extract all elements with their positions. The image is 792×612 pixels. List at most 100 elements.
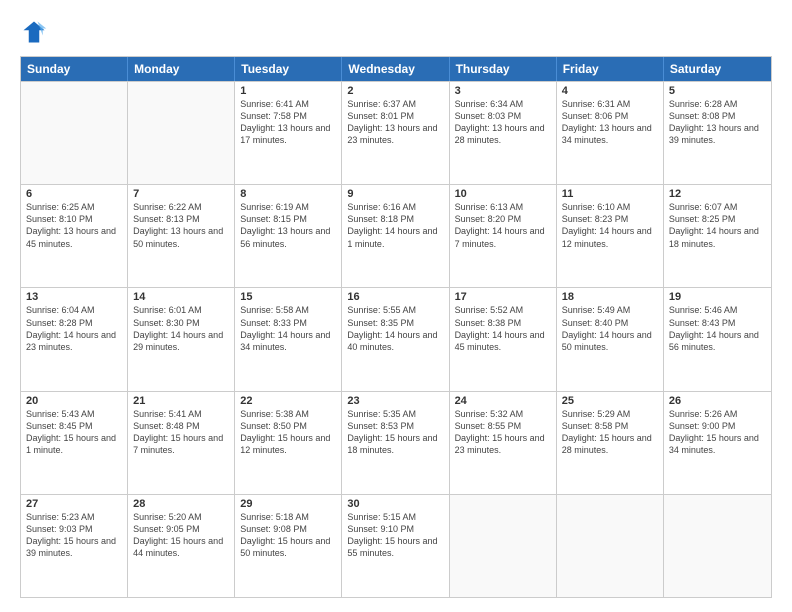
cal-cell-5-2: 28Sunrise: 5:20 AM Sunset: 9:05 PM Dayli… [128,495,235,597]
day-number: 25 [562,395,658,407]
cal-header-friday: Friday [557,57,664,81]
day-number: 14 [133,291,229,303]
day-info: Sunrise: 6:07 AM Sunset: 8:25 PM Dayligh… [669,201,766,250]
cal-cell-4-7: 26Sunrise: 5:26 AM Sunset: 9:00 PM Dayli… [664,392,771,494]
logo-icon [20,18,48,46]
day-info: Sunrise: 5:58 AM Sunset: 8:33 PM Dayligh… [240,304,336,353]
day-number: 27 [26,498,122,510]
cal-cell-2-1: 6Sunrise: 6:25 AM Sunset: 8:10 PM Daylig… [21,185,128,287]
cal-cell-2-2: 7Sunrise: 6:22 AM Sunset: 8:13 PM Daylig… [128,185,235,287]
day-number: 28 [133,498,229,510]
day-number: 5 [669,85,766,97]
cal-header-wednesday: Wednesday [342,57,449,81]
cal-cell-5-6 [557,495,664,597]
cal-week-1: 1Sunrise: 6:41 AM Sunset: 7:58 PM Daylig… [21,81,771,184]
cal-cell-4-3: 22Sunrise: 5:38 AM Sunset: 8:50 PM Dayli… [235,392,342,494]
cal-cell-4-4: 23Sunrise: 5:35 AM Sunset: 8:53 PM Dayli… [342,392,449,494]
cal-cell-3-4: 16Sunrise: 5:55 AM Sunset: 8:35 PM Dayli… [342,288,449,390]
cal-cell-2-5: 10Sunrise: 6:13 AM Sunset: 8:20 PM Dayli… [450,185,557,287]
cal-cell-5-4: 30Sunrise: 5:15 AM Sunset: 9:10 PM Dayli… [342,495,449,597]
logo [20,18,52,46]
day-info: Sunrise: 5:55 AM Sunset: 8:35 PM Dayligh… [347,304,443,353]
day-number: 20 [26,395,122,407]
cal-cell-1-2 [128,82,235,184]
day-info: Sunrise: 6:25 AM Sunset: 8:10 PM Dayligh… [26,201,122,250]
cal-cell-1-6: 4Sunrise: 6:31 AM Sunset: 8:06 PM Daylig… [557,82,664,184]
header [20,18,772,46]
day-info: Sunrise: 6:16 AM Sunset: 8:18 PM Dayligh… [347,201,443,250]
day-info: Sunrise: 6:28 AM Sunset: 8:08 PM Dayligh… [669,98,766,147]
day-number: 11 [562,188,658,200]
day-info: Sunrise: 5:18 AM Sunset: 9:08 PM Dayligh… [240,511,336,560]
day-number: 8 [240,188,336,200]
cal-cell-3-7: 19Sunrise: 5:46 AM Sunset: 8:43 PM Dayli… [664,288,771,390]
calendar-page: SundayMondayTuesdayWednesdayThursdayFrid… [0,0,792,612]
cal-cell-3-6: 18Sunrise: 5:49 AM Sunset: 8:40 PM Dayli… [557,288,664,390]
day-number: 16 [347,291,443,303]
day-info: Sunrise: 5:38 AM Sunset: 8:50 PM Dayligh… [240,408,336,457]
day-number: 2 [347,85,443,97]
cal-cell-4-2: 21Sunrise: 5:41 AM Sunset: 8:48 PM Dayli… [128,392,235,494]
calendar-header-row: SundayMondayTuesdayWednesdayThursdayFrid… [21,57,771,81]
day-info: Sunrise: 5:26 AM Sunset: 9:00 PM Dayligh… [669,408,766,457]
cal-week-2: 6Sunrise: 6:25 AM Sunset: 8:10 PM Daylig… [21,184,771,287]
cal-cell-1-1 [21,82,128,184]
day-info: Sunrise: 5:32 AM Sunset: 8:55 PM Dayligh… [455,408,551,457]
day-info: Sunrise: 5:52 AM Sunset: 8:38 PM Dayligh… [455,304,551,353]
day-number: 29 [240,498,336,510]
cal-cell-5-7 [664,495,771,597]
cal-cell-4-1: 20Sunrise: 5:43 AM Sunset: 8:45 PM Dayli… [21,392,128,494]
day-number: 24 [455,395,551,407]
day-number: 7 [133,188,229,200]
cal-cell-5-3: 29Sunrise: 5:18 AM Sunset: 9:08 PM Dayli… [235,495,342,597]
day-number: 30 [347,498,443,510]
day-number: 23 [347,395,443,407]
day-number: 1 [240,85,336,97]
cal-week-5: 27Sunrise: 5:23 AM Sunset: 9:03 PM Dayli… [21,494,771,597]
day-number: 18 [562,291,658,303]
cal-cell-2-7: 12Sunrise: 6:07 AM Sunset: 8:25 PM Dayli… [664,185,771,287]
day-info: Sunrise: 5:43 AM Sunset: 8:45 PM Dayligh… [26,408,122,457]
cal-cell-1-5: 3Sunrise: 6:34 AM Sunset: 8:03 PM Daylig… [450,82,557,184]
cal-cell-2-6: 11Sunrise: 6:10 AM Sunset: 8:23 PM Dayli… [557,185,664,287]
day-info: Sunrise: 5:23 AM Sunset: 9:03 PM Dayligh… [26,511,122,560]
day-number: 6 [26,188,122,200]
day-info: Sunrise: 5:35 AM Sunset: 8:53 PM Dayligh… [347,408,443,457]
day-info: Sunrise: 6:19 AM Sunset: 8:15 PM Dayligh… [240,201,336,250]
day-info: Sunrise: 6:41 AM Sunset: 7:58 PM Dayligh… [240,98,336,147]
cal-header-saturday: Saturday [664,57,771,81]
day-number: 15 [240,291,336,303]
cal-header-tuesday: Tuesday [235,57,342,81]
day-info: Sunrise: 6:37 AM Sunset: 8:01 PM Dayligh… [347,98,443,147]
day-number: 9 [347,188,443,200]
day-number: 21 [133,395,229,407]
cal-cell-5-1: 27Sunrise: 5:23 AM Sunset: 9:03 PM Dayli… [21,495,128,597]
day-number: 10 [455,188,551,200]
day-info: Sunrise: 5:49 AM Sunset: 8:40 PM Dayligh… [562,304,658,353]
cal-cell-2-3: 8Sunrise: 6:19 AM Sunset: 8:15 PM Daylig… [235,185,342,287]
day-info: Sunrise: 6:13 AM Sunset: 8:20 PM Dayligh… [455,201,551,250]
cal-cell-4-6: 25Sunrise: 5:29 AM Sunset: 8:58 PM Dayli… [557,392,664,494]
day-number: 12 [669,188,766,200]
cal-cell-3-5: 17Sunrise: 5:52 AM Sunset: 8:38 PM Dayli… [450,288,557,390]
cal-cell-4-5: 24Sunrise: 5:32 AM Sunset: 8:55 PM Dayli… [450,392,557,494]
day-info: Sunrise: 5:20 AM Sunset: 9:05 PM Dayligh… [133,511,229,560]
day-number: 22 [240,395,336,407]
day-info: Sunrise: 5:46 AM Sunset: 8:43 PM Dayligh… [669,304,766,353]
day-number: 17 [455,291,551,303]
cal-week-3: 13Sunrise: 6:04 AM Sunset: 8:28 PM Dayli… [21,287,771,390]
cal-cell-1-7: 5Sunrise: 6:28 AM Sunset: 8:08 PM Daylig… [664,82,771,184]
day-info: Sunrise: 6:10 AM Sunset: 8:23 PM Dayligh… [562,201,658,250]
cal-cell-5-5 [450,495,557,597]
calendar-body: 1Sunrise: 6:41 AM Sunset: 7:58 PM Daylig… [21,81,771,597]
cal-cell-3-3: 15Sunrise: 5:58 AM Sunset: 8:33 PM Dayli… [235,288,342,390]
day-info: Sunrise: 6:34 AM Sunset: 8:03 PM Dayligh… [455,98,551,147]
day-number: 13 [26,291,122,303]
day-number: 4 [562,85,658,97]
day-number: 19 [669,291,766,303]
cal-cell-1-3: 1Sunrise: 6:41 AM Sunset: 7:58 PM Daylig… [235,82,342,184]
cal-cell-1-4: 2Sunrise: 6:37 AM Sunset: 8:01 PM Daylig… [342,82,449,184]
cal-week-4: 20Sunrise: 5:43 AM Sunset: 8:45 PM Dayli… [21,391,771,494]
cal-header-sunday: Sunday [21,57,128,81]
day-info: Sunrise: 6:04 AM Sunset: 8:28 PM Dayligh… [26,304,122,353]
